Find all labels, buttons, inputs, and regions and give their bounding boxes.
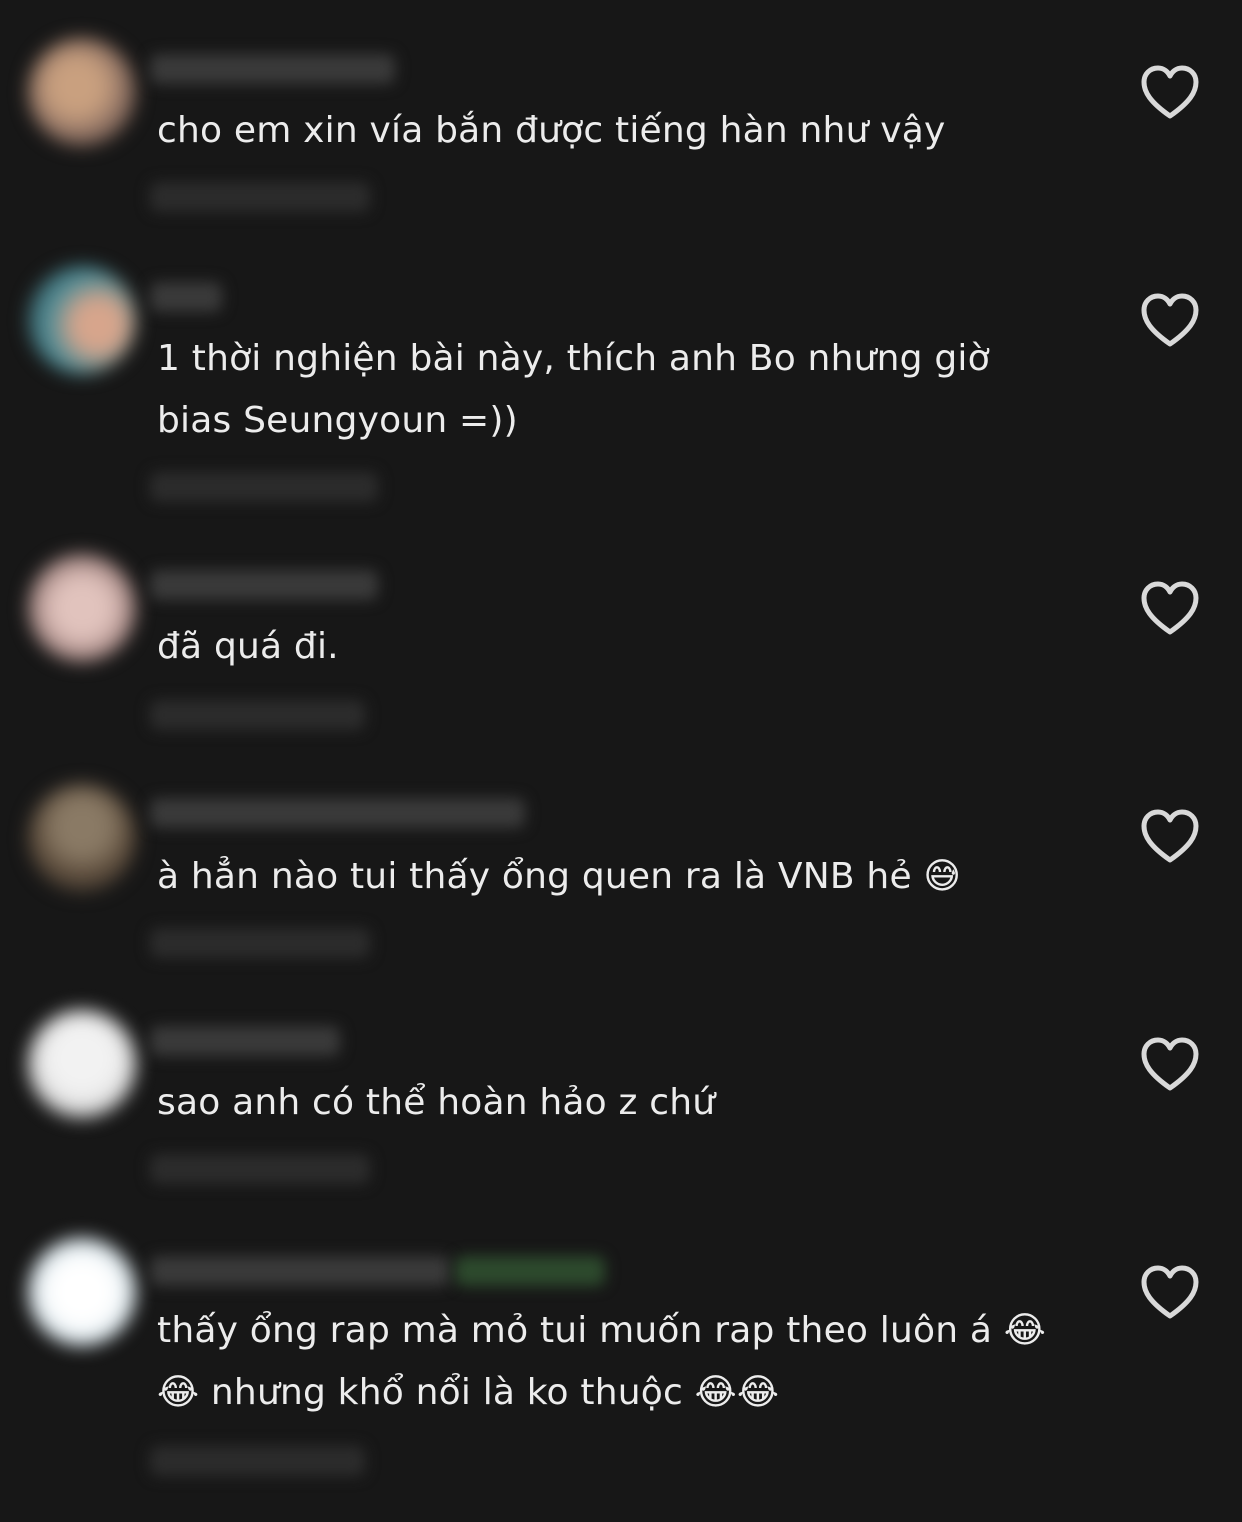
username-badges: [455, 1256, 605, 1286]
comment-meta: [150, 1446, 365, 1476]
like-button[interactable]: [1138, 1264, 1202, 1320]
comment-item: thấy ổng rap mà mỏ tui muốn rap theo luô…: [0, 0, 1242, 1522]
heart-outline-icon: [1141, 1265, 1199, 1319]
comment-text: thấy ổng rap mà mỏ tui muốn rap theo luô…: [157, 1310, 1047, 1413]
avatar[interactable]: [28, 1238, 136, 1346]
username[interactable]: [150, 1256, 450, 1286]
